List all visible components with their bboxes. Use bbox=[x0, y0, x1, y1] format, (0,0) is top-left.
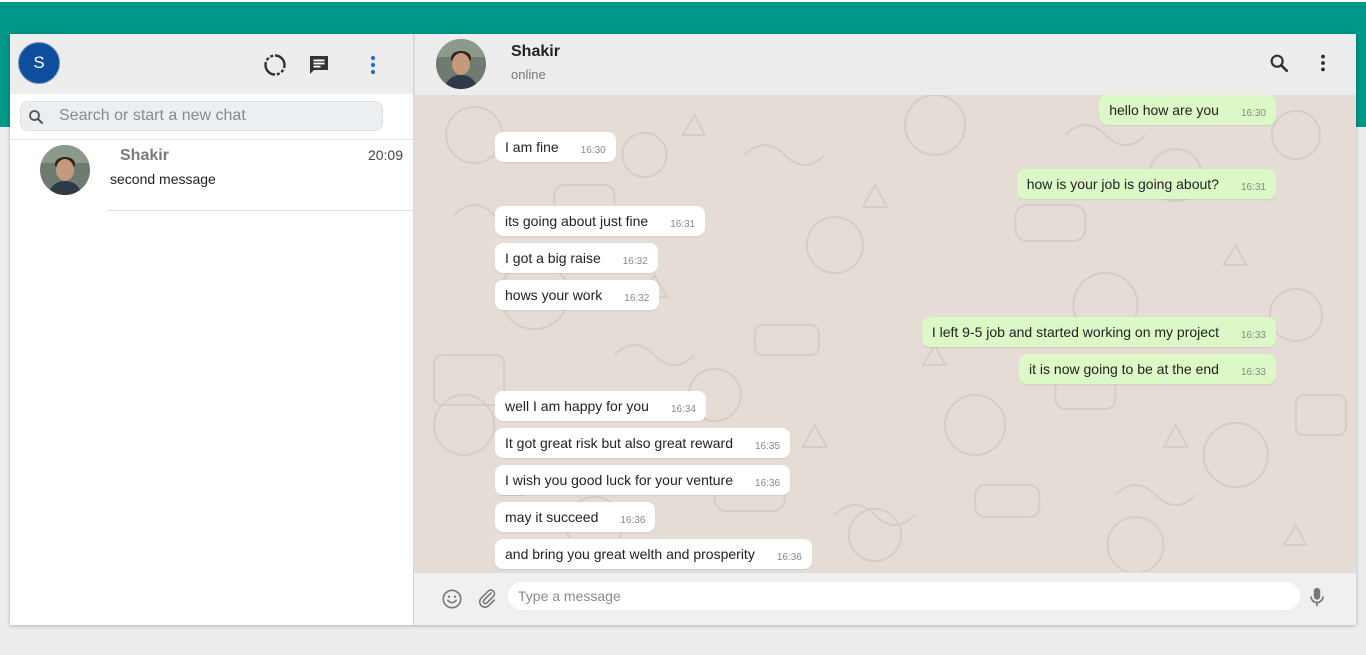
incoming-message[interactable]: It got great risk but also great reward 1… bbox=[495, 428, 791, 458]
message-time: 16:30 bbox=[1240, 107, 1266, 119]
message-text: hows your work bbox=[505, 287, 603, 303]
message-time: 16:36 bbox=[620, 514, 646, 526]
message-text: its going about just fine bbox=[505, 213, 649, 229]
profile-avatar[interactable]: S bbox=[18, 42, 60, 84]
message-time: 16:31 bbox=[1240, 181, 1266, 193]
chat-time: 20:09 bbox=[367, 147, 403, 163]
message-time: 16:35 bbox=[755, 440, 781, 452]
message-time: 16:32 bbox=[624, 292, 650, 304]
contact-status: online bbox=[511, 67, 546, 82]
message-text: I left 9-5 job and started working on my… bbox=[931, 324, 1219, 340]
message-area[interactable]: hello how are you 16:30 I am fine 16:30 how … bbox=[414, 95, 1356, 572]
contact-name: Shakir bbox=[511, 43, 560, 60]
message-text: and bring you great welth and prosperity bbox=[505, 546, 755, 562]
incoming-message[interactable]: I got a big raise 16:32 bbox=[495, 243, 658, 273]
outgoing-message[interactable]: I left 9-5 job and started working on my… bbox=[921, 317, 1276, 347]
menu-icon[interactable] bbox=[360, 52, 386, 78]
search-input[interactable] bbox=[59, 105, 369, 127]
message-time: 16:33 bbox=[1240, 366, 1266, 378]
message-time: 16:31 bbox=[670, 218, 696, 230]
contact-avatar[interactable] bbox=[436, 39, 486, 89]
message-time: 16:34 bbox=[670, 403, 696, 415]
incoming-message[interactable]: well I am happy for you 16:34 bbox=[495, 391, 706, 421]
incoming-message[interactable]: hows your work 16:32 bbox=[495, 280, 660, 310]
message-time: 16:30 bbox=[580, 144, 606, 156]
divider bbox=[108, 210, 413, 211]
message-list: hello how are you 16:30 I am fine 16:30 how … bbox=[414, 95, 1356, 572]
message-time: 16:36 bbox=[776, 551, 802, 563]
emoji-icon[interactable] bbox=[441, 588, 463, 615]
incoming-message[interactable]: its going about just fine 16:31 bbox=[495, 206, 706, 236]
incoming-message[interactable]: may it succeed 16:36 bbox=[495, 502, 656, 532]
search-icon bbox=[27, 108, 45, 131]
microphone-icon[interactable] bbox=[1308, 586, 1326, 613]
message-text: It got great risk but also great reward bbox=[505, 435, 733, 451]
chat-app-window: S Search or start a new chat Shakir 20:0… bbox=[10, 34, 1356, 625]
contact-avatar bbox=[40, 145, 90, 195]
incoming-message[interactable]: and bring you great welth and prosperity… bbox=[495, 539, 812, 569]
message-text: how is your job is going about? bbox=[1026, 176, 1219, 192]
message-text: I wish you good luck for your venture bbox=[505, 472, 734, 488]
search-icon[interactable] bbox=[1268, 52, 1290, 79]
new-chat-icon[interactable] bbox=[306, 52, 332, 78]
message-time: 16:32 bbox=[622, 255, 648, 267]
outgoing-message[interactable]: how is your job is going about? 16:31 bbox=[1016, 169, 1276, 199]
sidebar-header: S bbox=[10, 34, 413, 94]
conversation-pane: Shakir online hello how are you 16:30 I … bbox=[414, 34, 1356, 625]
sidebar: S Search or start a new chat Shakir 20:0… bbox=[10, 34, 414, 625]
message-text: I got a big raise bbox=[505, 250, 601, 266]
composer-bar bbox=[414, 572, 1356, 625]
chat-list-item[interactable]: Shakir 20:09 second message bbox=[10, 140, 413, 211]
message-text: may it succeed bbox=[505, 509, 599, 525]
conversation-header: Shakir online bbox=[414, 34, 1356, 95]
message-text: well I am happy for you bbox=[505, 398, 649, 414]
search-row bbox=[10, 94, 413, 140]
message-time: 16:36 bbox=[755, 477, 781, 489]
message-text: I am fine bbox=[505, 139, 559, 155]
message-input[interactable] bbox=[508, 582, 1300, 610]
chat-contact-name: Shakir bbox=[120, 147, 169, 164]
message-text: it is now going to be at the end bbox=[1029, 361, 1219, 377]
outgoing-message[interactable]: it is now going to be at the end 16:33 bbox=[1019, 354, 1276, 384]
incoming-message[interactable]: I am fine 16:30 bbox=[495, 132, 616, 162]
outgoing-message[interactable]: hello how are you 16:30 bbox=[1099, 95, 1276, 125]
menu-icon[interactable] bbox=[1312, 52, 1334, 79]
message-text: hello how are you bbox=[1109, 102, 1219, 118]
chat-last-message: second message bbox=[110, 171, 216, 187]
message-time: 16:33 bbox=[1240, 329, 1266, 341]
attach-icon[interactable] bbox=[476, 586, 498, 615]
status-icon[interactable] bbox=[262, 52, 288, 78]
incoming-message[interactable]: I wish you good luck for your venture 16:… bbox=[495, 465, 791, 495]
search-box bbox=[20, 101, 383, 131]
